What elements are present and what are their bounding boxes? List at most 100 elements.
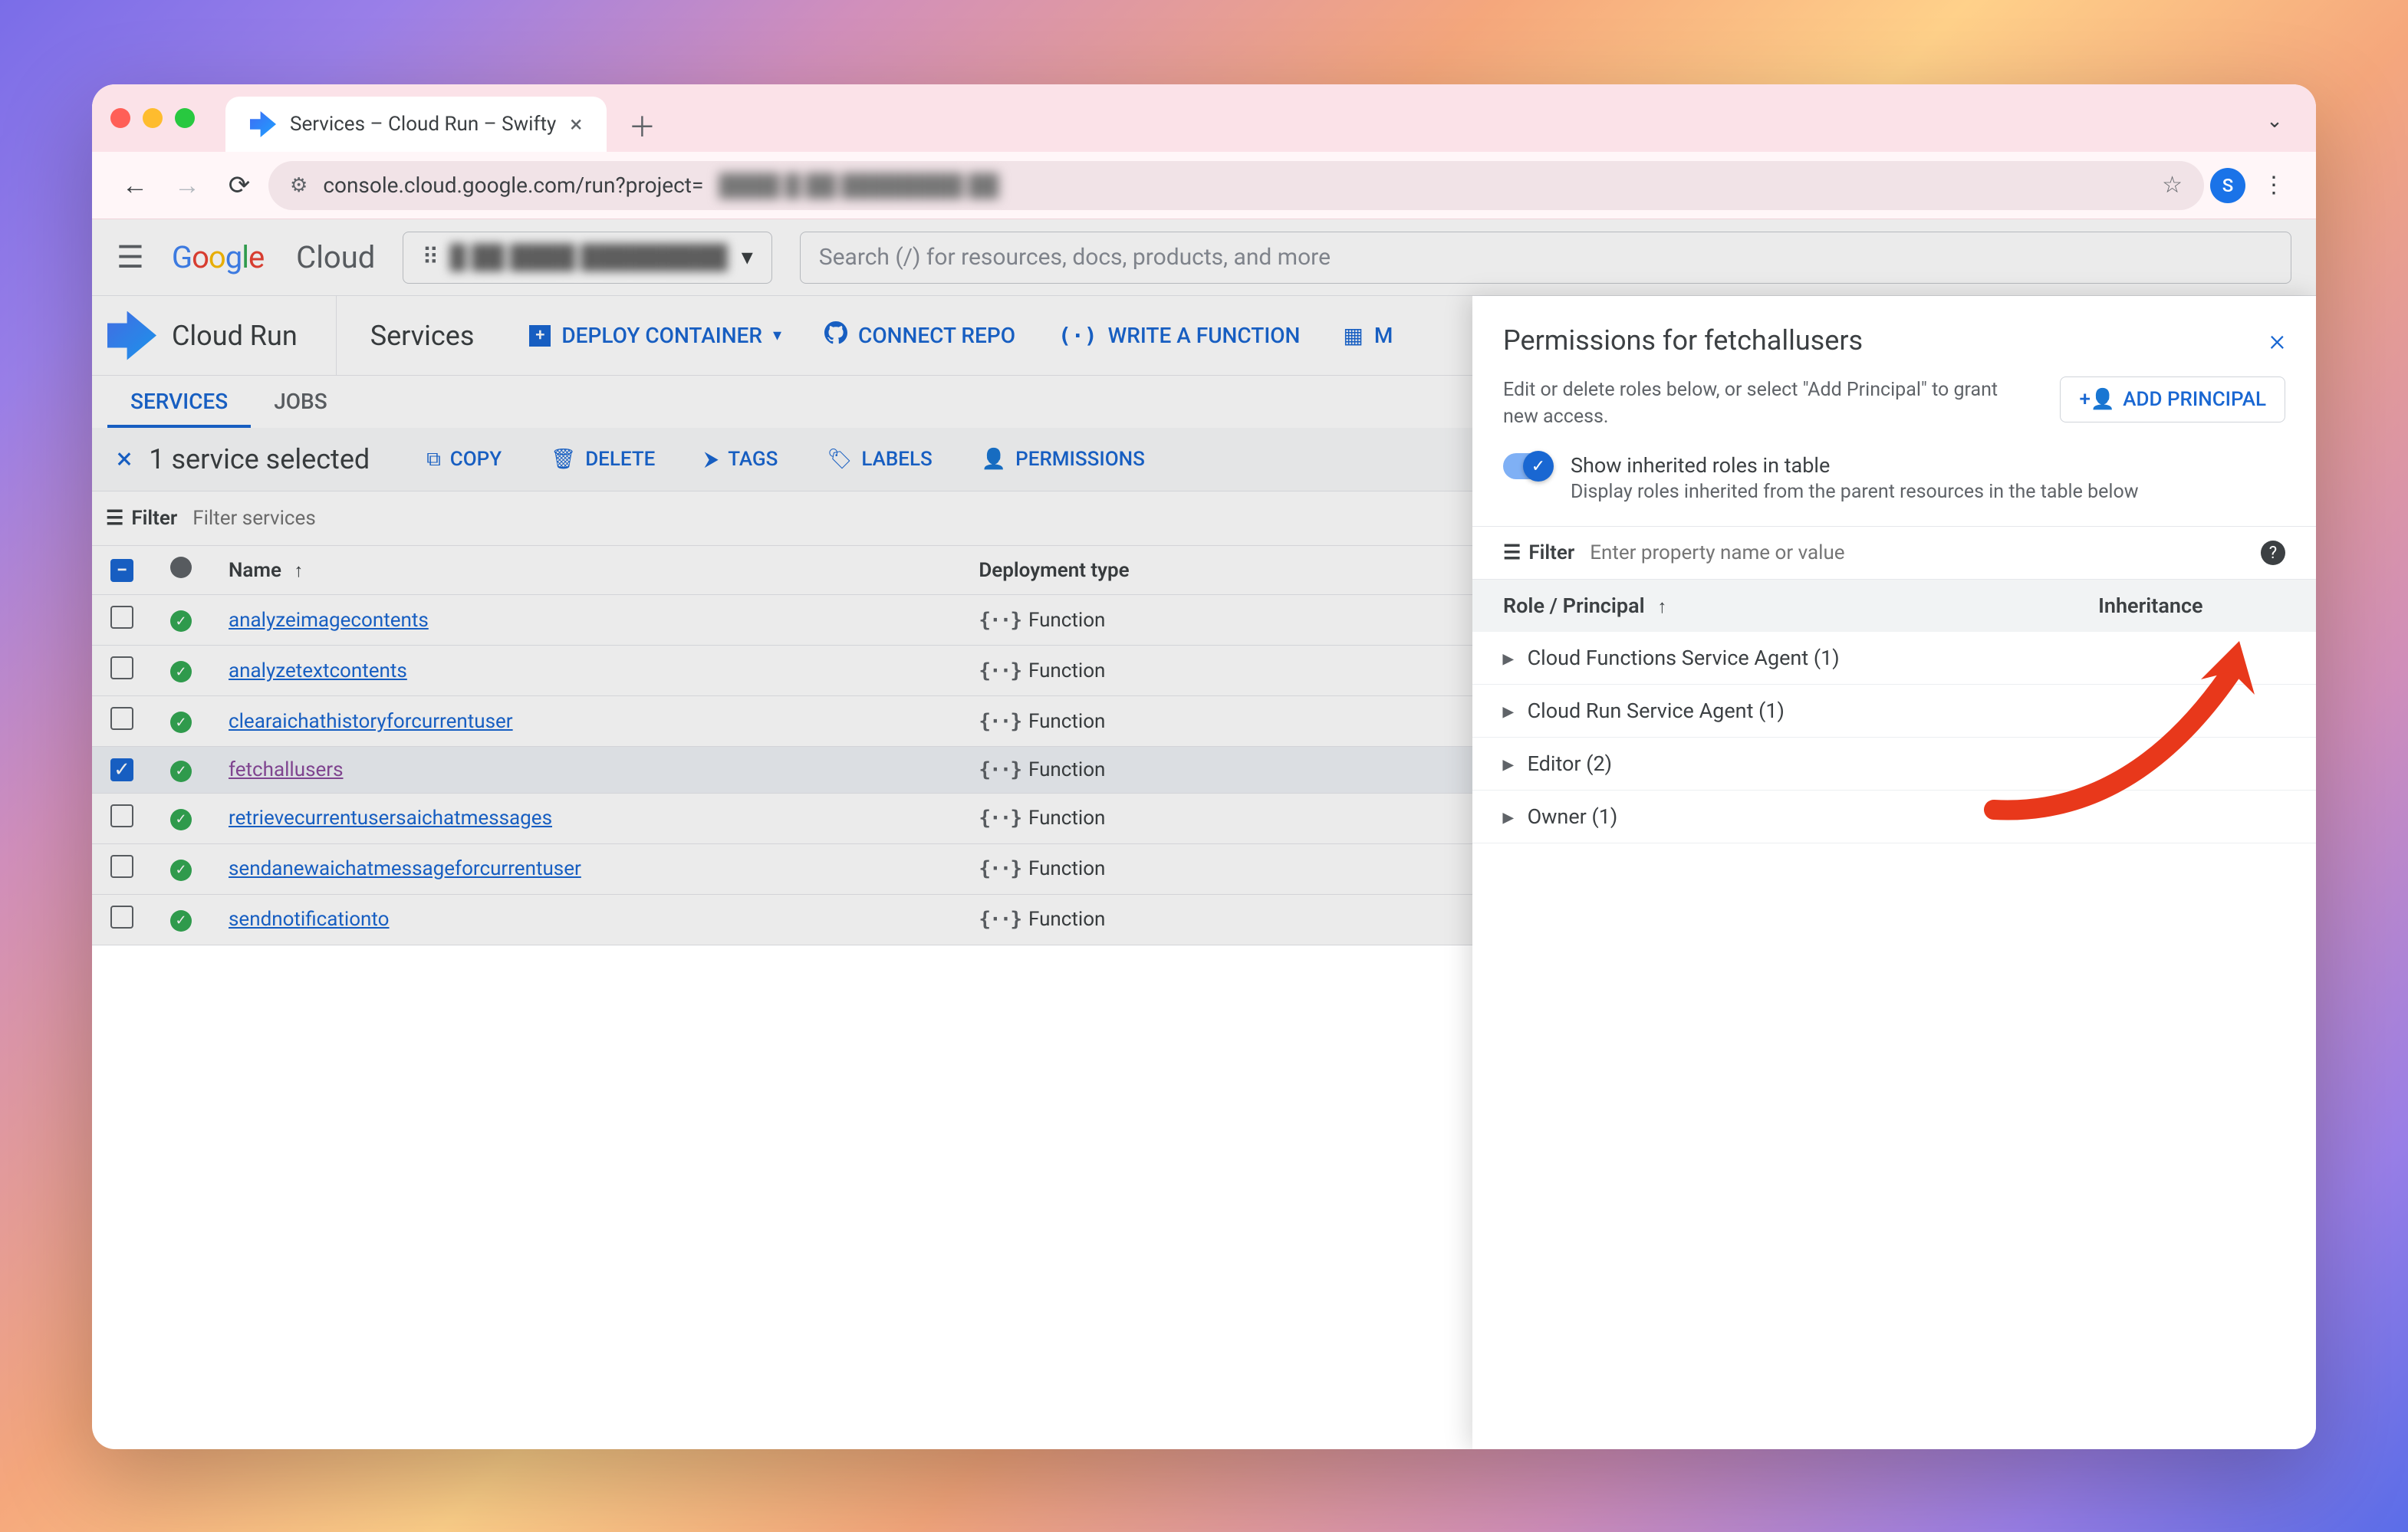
row-checkbox[interactable] [110,906,133,929]
profile-avatar[interactable]: S [2210,168,2245,203]
deployment-type: Function [1028,659,1105,682]
role-label: Cloud Functions Service Agent (1) [1528,646,1840,670]
show-inherited-toggle-row: ✓ Show inherited roles in table Display … [1472,445,2316,526]
col-inheritance[interactable]: Inheritance [2068,580,2316,632]
status-ok-icon: ✓ [170,610,192,632]
minimize-window-button[interactable] [143,108,163,128]
tab-overflow-button[interactable]: ⌄ [2258,104,2291,138]
add-icon: + [529,325,551,347]
deployment-type: Function [1028,609,1105,632]
row-checkbox[interactable] [110,707,133,730]
role-row[interactable]: ▸ Editor (2) [1472,738,2316,791]
service-link[interactable]: fetchallusers [229,758,344,781]
expand-icon[interactable]: ▸ [1502,750,1514,777]
maximize-window-button[interactable] [175,108,195,128]
copy-button[interactable]: ⧉COPY [403,428,525,491]
row-checkbox[interactable] [110,656,133,679]
reload-button[interactable]: ⟳ [216,163,262,209]
site-info-icon[interactable]: ⚙ [290,174,308,197]
panel-description: Edit or delete roles below, or select "A… [1503,376,2037,430]
write-function-button[interactable]: (·) WRITE A FUNCTION [1037,296,1321,375]
status-ok-icon: ✓ [170,761,192,782]
help-icon[interactable]: ? [2261,541,2285,565]
cloud-word: Cloud [296,239,375,275]
url-input[interactable]: ⚙ console.cloud.google.com/run?project= █… [268,161,2204,210]
service-link[interactable]: analyzetextcontents [229,659,407,682]
expand-icon[interactable]: ▸ [1502,644,1514,671]
close-tab-button[interactable]: × [570,111,582,138]
clear-selection-button[interactable]: × [103,442,146,476]
role-row[interactable]: ▸ Cloud Functions Service Agent (1) [1472,632,2316,685]
expand-icon[interactable]: ▸ [1502,803,1514,830]
cloud-run-logo [92,296,172,376]
service-link[interactable]: analyzeimagecontents [229,609,429,632]
close-window-button[interactable] [110,108,130,128]
filter-icon: ☰ [106,507,123,530]
search-placeholder: Search (/) for resources, docs, products… [819,244,1331,271]
tab-services[interactable]: SERVICES [107,389,251,428]
toggle-title: Show inherited roles in table [1571,453,2139,478]
url-text: console.cloud.google.com/run?project= [323,173,703,198]
panel-header: Permissions for fetchallusers × [1472,296,2316,373]
role-row[interactable]: ▸Owner (1) [1472,791,2316,843]
panel-filter-input[interactable] [1590,541,2245,564]
function-type-icon: {··} [979,908,1021,931]
cloud-run-favicon [250,111,276,137]
service-link[interactable]: retrievecurrentusersaichatmessages [229,807,552,830]
browser-tab[interactable]: Services – Cloud Run – Swifty × [225,97,607,152]
dropdown-icon: ▾ [742,244,753,271]
more-actions-button-cut[interactable]: ▦ M [1321,296,1414,375]
status-ok-icon: ✓ [170,860,192,881]
row-checkbox[interactable] [110,855,133,878]
browser-window: Services – Cloud Run – Swifty × ＋ ⌄ ← → … [92,84,2316,1449]
status-ok-icon: ✓ [170,809,192,830]
tab-jobs[interactable]: JOBS [251,389,350,428]
browser-menu-button[interactable]: ⋮ [2252,172,2296,199]
labels-button[interactable]: 🏷LABELS [804,428,955,491]
service-link[interactable]: sendnotificationto [229,908,390,931]
col-role-principal[interactable]: Role / Principal [1503,593,1645,618]
url-text-obscured: ████ █ ██ ████████ ██ [719,173,998,198]
tab-title: Services – Cloud Run – Swifty [290,113,556,136]
function-type-icon: {··} [979,857,1021,880]
filter-label: ☰ Filter [106,507,177,530]
google-logo: Google [172,239,264,275]
resource-search-input[interactable]: Search (/) for resources, docs, products… [800,232,2291,284]
row-checkbox[interactable] [110,606,133,629]
delete-button[interactable]: 🗑DELETE [528,428,678,491]
role-label: Editor (2) [1528,751,1613,776]
back-button[interactable]: ← [112,163,158,209]
panel-filter-row: ☰ Filter ? [1472,526,2316,580]
deployment-type: Function [1028,758,1105,781]
person-icon: 👤 [982,448,1006,471]
cloud-header: ☰ Google Cloud ⠿ █ ██ ████ █████████ ▾ S… [92,219,2316,296]
role-row[interactable]: ▸Cloud Run Service Agent (1) [1472,685,2316,738]
col-deploy-type[interactable]: Deployment type [979,559,1129,582]
deploy-container-button[interactable]: + DEPLOY CONTAINER ▾ [508,296,803,375]
row-checkbox[interactable] [110,804,133,827]
new-tab-button[interactable]: ＋ [628,105,656,145]
panel-filter-label: ☰ Filter [1503,541,1574,564]
tags-button[interactable]: ⮞TAGS [681,428,801,491]
col-name[interactable]: Name [229,559,281,582]
toggle-subtitle: Display roles inherited from the parent … [1571,481,2139,503]
show-inherited-toggle[interactable]: ✓ [1503,453,1552,479]
label-icon: 🏷 [827,448,852,471]
caret-down-icon: ▾ [773,326,781,345]
service-link[interactable]: clearaichathistoryforcurrentuser [229,710,513,733]
close-panel-button[interactable]: × [2269,322,2285,358]
expand-icon[interactable]: ▸ [1502,697,1514,724]
nav-menu-button[interactable]: ☰ [117,239,144,275]
row-checkbox[interactable]: ✓ [110,758,133,781]
forward-button[interactable]: → [164,163,210,209]
connect-repo-button[interactable]: CONNECT REPO [803,296,1037,375]
bookmark-icon[interactable]: ☆ [2162,172,2183,199]
function-type-icon: {··} [979,659,1021,682]
permissions-button[interactable]: 👤PERMISSIONS [959,428,1168,491]
add-principal-button[interactable]: +👤 ADD PRINCIPAL [2060,376,2285,422]
copy-icon: ⧉ [426,448,441,472]
select-all-checkbox[interactable]: − [110,559,133,582]
service-link[interactable]: sendanewaichatmessageforcurrentuser [229,857,581,880]
toggle-knob: ✓ [1523,451,1554,482]
project-picker[interactable]: ⠿ █ ██ ████ █████████ ▾ [403,232,771,284]
